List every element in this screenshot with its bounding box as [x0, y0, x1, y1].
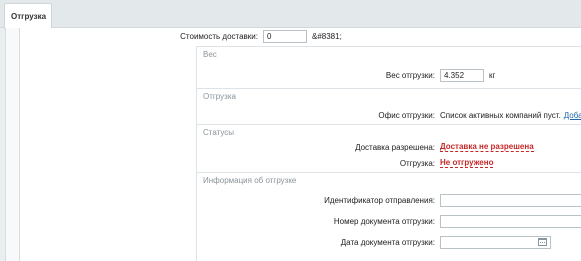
content-area: Стоимость доставки: &#8381; Вес Вес отгр… — [5, 28, 581, 261]
doc-date-input[interactable] — [440, 235, 551, 249]
doc-number-input[interactable] — [440, 214, 581, 228]
delivery-allowed-label: Доставка разрешена: — [355, 143, 435, 152]
weight-label: Вес отгрузки: — [385, 71, 435, 80]
delivery-cost-input[interactable] — [263, 29, 307, 43]
weight-input[interactable] — [440, 68, 484, 82]
office-empty-text: Список активных компаний пуст. — [440, 110, 561, 120]
shipped-status[interactable]: Не отгружено — [440, 158, 494, 168]
section-shipment-info-legend: Информация об отгрузке — [203, 176, 297, 185]
office-row: Офис отгрузки: Список активных компаний … — [197, 107, 581, 123]
delivery-cost-currency: &#8381; — [312, 31, 342, 41]
section-shipment-info: Информация об отгрузке Идентификатор отп… — [196, 172, 581, 261]
tracking-row: Идентификатор отправления: — [197, 192, 581, 208]
add-company-link[interactable]: Добавить — [564, 111, 581, 120]
tab-shipment[interactable]: Отгрузка — [4, 3, 52, 29]
section-weight: Вес Вес отгрузки: кг — [196, 46, 581, 88]
office-label: Офис отгрузки: — [378, 111, 435, 120]
section-weight-legend: Вес — [203, 50, 217, 59]
delivery-cost-label: Стоимость доставки: — [180, 32, 258, 41]
delivery-allowed-row: Доставка разрешена: Доставка не разрешен… — [197, 139, 581, 155]
section-shipment: Отгрузка Офис отгрузки: Список активных … — [196, 88, 581, 124]
doc-date-wrapper — [440, 235, 551, 249]
doc-date-row: Дата документа отгрузки: — [197, 234, 581, 250]
shipped-row: Отгрузка: Не отгружено — [197, 155, 581, 171]
tracking-label: Идентификатор отправления: — [324, 196, 435, 205]
doc-number-label: Номер документа отгрузки: — [333, 217, 435, 226]
tracking-id-input[interactable] — [440, 193, 581, 207]
delivery-cost-row: Стоимость доставки: &#8381; — [20, 28, 420, 44]
weight-row: Вес отгрузки: кг — [197, 67, 581, 83]
section-shipment-legend: Отгрузка — [203, 92, 236, 101]
section-statuses: Статусы Доставка разрешена: Доставка не … — [196, 124, 581, 172]
doc-number-row: Номер документа отгрузки: — [197, 213, 581, 229]
section-statuses-legend: Статусы — [203, 128, 235, 137]
form-panel: Стоимость доставки: &#8381; Вес Вес отгр… — [19, 28, 581, 261]
tab-bar: Отгрузка — [0, 0, 581, 29]
shipped-label: Отгрузка: — [399, 159, 435, 168]
delivery-allowed-status[interactable]: Доставка не разрешена — [440, 142, 534, 152]
calendar-icon[interactable] — [538, 237, 547, 246]
weight-unit: кг — [489, 70, 496, 80]
doc-date-label: Дата документа отгрузки: — [340, 238, 435, 247]
